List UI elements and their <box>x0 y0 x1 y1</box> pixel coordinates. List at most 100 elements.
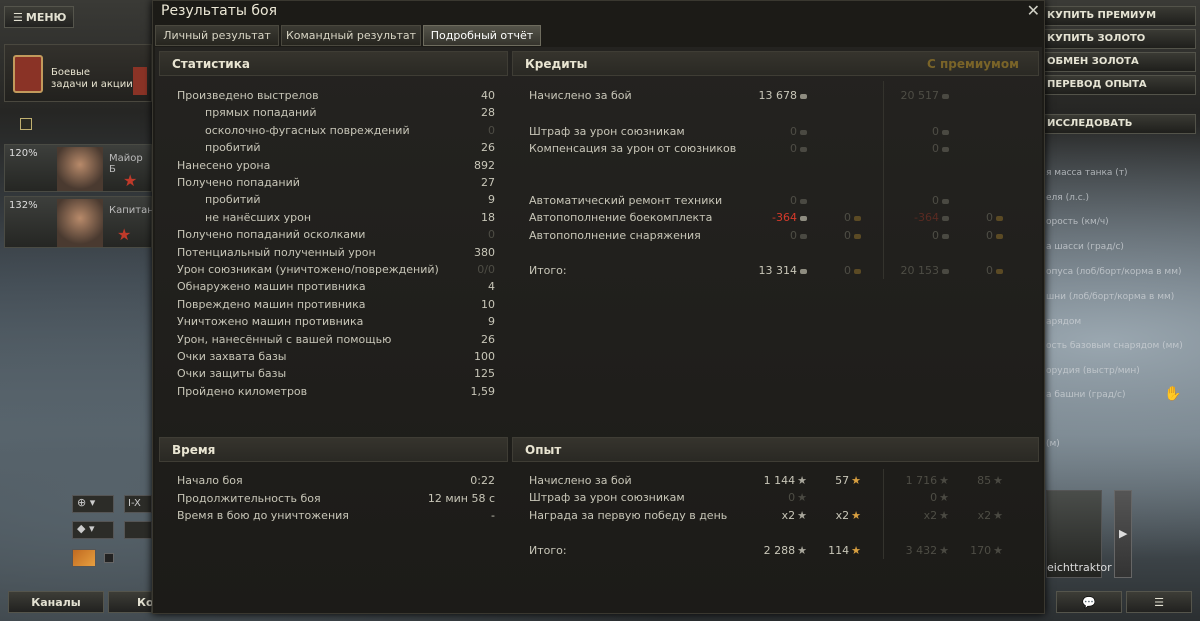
experience-row: Штраф за урон союзникам 0 ★ 0 ★ <box>529 491 1029 508</box>
gold-value: 0 <box>986 229 993 242</box>
xp-cell: 3 432 ★ <box>906 544 949 557</box>
credits-cell: -364 <box>914 211 949 224</box>
credits-value: 20 153 <box>900 264 940 277</box>
crew-percent: 120% <box>9 148 38 159</box>
chat-button[interactable]: 💬 <box>1056 591 1122 613</box>
xp-value: x2 <box>781 509 796 522</box>
close-icon[interactable]: ✕ <box>1027 1 1040 20</box>
gold-icon <box>854 215 861 221</box>
convert-xp-button[interactable]: ПЕРЕВОД ОПЫТА <box>1040 75 1196 95</box>
stats-value: 0/0 <box>477 263 495 276</box>
credits-value: 13 314 <box>758 264 798 277</box>
notifications-button[interactable]: ☰ <box>1126 591 1192 613</box>
ammo-toggle-button[interactable] <box>72 549 96 567</box>
stats-value: 1,59 <box>470 384 496 398</box>
stats-label: Получено попаданий осколками <box>177 228 366 242</box>
tab-personal-result[interactable]: Личный результат <box>155 25 279 46</box>
time-row: Продолжительность боя 12 мин 58 с <box>177 492 495 509</box>
tank-stat-label: ость базовым снарядом (мм) <box>1046 341 1183 351</box>
carousel-next-button[interactable]: ▶ <box>1114 490 1132 578</box>
crew-card-2[interactable]: 132% ★ Капитан <box>4 196 154 248</box>
credits-icon <box>800 129 807 135</box>
ammo-checkbox[interactable] <box>104 553 114 563</box>
credits-cell: -364 <box>772 211 807 224</box>
crew-card-1[interactable]: 120% ★ Майор Б <box>4 144 152 192</box>
gold-icon <box>854 233 861 239</box>
stats-row: не нанёсших урон 18 <box>177 211 495 228</box>
stats-label: прямых попаданий <box>205 106 317 120</box>
stats-row: Нанесено урона 892 <box>177 159 495 176</box>
experience-label: Начислено за бой <box>529 474 632 487</box>
nation-filter[interactable]: ⊕ ▾ <box>72 495 114 513</box>
contacts-button[interactable]: Кон <box>108 591 161 613</box>
gold-icon <box>996 233 1003 239</box>
experience-row: Начислено за бой 1 144 ★ 57 ★ 1 716 ★ 85 ★ <box>529 474 1029 491</box>
exchange-gold-button[interactable]: ОБМЕН ЗОЛОТА <box>1040 52 1196 72</box>
xp-cell: 2 288 ★ <box>764 544 807 557</box>
stats-row: Получено попаданий осколками 0 <box>177 228 495 245</box>
stats-label: Урон, нанесённый с вашей помощью <box>177 332 392 346</box>
tank-stat-label: я масса танка (т) <box>1046 168 1128 178</box>
hand-cursor-icon: ✋ <box>1164 386 1182 402</box>
credits-cell: 0 <box>790 125 807 138</box>
credits-row: Автопополнение боекомплекта -364 0 -364 0 <box>529 211 1029 228</box>
research-button[interactable]: ИССЛЕДОВАТЬ <box>1040 114 1196 134</box>
missions-button[interactable]: Боевые задачи и акции <box>4 44 152 102</box>
credits-label: Компенсация за урон от союзников <box>529 142 737 155</box>
tank-type-filter[interactable] <box>124 521 152 539</box>
diamond-icon: ◆ <box>77 522 86 535</box>
menu-button[interactable]: ☰ МЕНЮ <box>4 6 74 28</box>
missions-label: Боевые <box>51 67 91 78</box>
stats-label: пробитий <box>205 193 261 207</box>
credits-value: -364 <box>914 211 939 224</box>
gold-icon <box>996 215 1003 221</box>
credits-value: 0 <box>932 194 939 207</box>
credits-row: Итого: 13 314 0 20 153 0 <box>529 264 1029 281</box>
credits-row: Автопополнение снаряжения 0 0 0 0 <box>529 229 1029 246</box>
free-xp-value: 85 <box>977 474 992 487</box>
xp-value: x2 <box>923 509 938 522</box>
free-xp-value: 114 <box>828 544 850 557</box>
buy-gold-button[interactable]: КУПИТЬ ЗОЛОТО <box>1040 29 1196 49</box>
stats-value: 28 <box>481 106 495 120</box>
xp-star-icon: ★ <box>939 491 949 504</box>
type-filter[interactable]: ◆ ▾ <box>72 521 114 539</box>
channels-button[interactable]: Каналы <box>8 591 104 613</box>
gold-cell: 0 <box>844 264 861 277</box>
tank-carousel-item[interactable]: eichttraktor <box>1046 490 1112 578</box>
buy-premium-button[interactable]: КУПИТЬ ПРЕМИУМ <box>1040 6 1196 26</box>
chevron-down-icon: ▾ <box>88 522 95 535</box>
credits-icon <box>800 146 807 152</box>
tab-detailed-report[interactable]: Подробный отчёт <box>423 25 541 46</box>
stats-value: 0 <box>488 228 495 242</box>
xp-cell: 1 716 ★ <box>906 474 949 487</box>
xp-cell: 1 144 ★ <box>764 474 807 487</box>
level-filter[interactable]: I-X <box>124 495 152 513</box>
credits-title: Кредиты <box>525 57 588 71</box>
tab-team-result[interactable]: Командный результат <box>281 25 421 46</box>
missions-sublabel: задачи и акции <box>51 79 133 90</box>
time-value: 12 мин 58 с <box>427 491 495 505</box>
xp-value: 0 <box>788 491 796 504</box>
crew-checkbox[interactable] <box>20 118 32 130</box>
tab-label: Личный результат <box>163 29 271 42</box>
credits-cell: 0 <box>790 229 807 242</box>
stats-value: 26 <box>481 141 495 155</box>
xp-star-icon: ★ <box>797 474 807 487</box>
stats-value: 9 <box>488 315 495 329</box>
xp-cell: x2 ★ <box>782 509 807 522</box>
stats-label: не нанёсших урон <box>205 210 312 224</box>
stats-value: 125 <box>474 367 495 381</box>
free-xp-value: x2 <box>835 509 850 522</box>
credits-cell: 0 <box>932 229 949 242</box>
xp-value: 3 432 <box>905 544 938 557</box>
credits-icon <box>942 268 949 274</box>
buy-premium-label: КУПИТЬ ПРЕМИУМ <box>1047 10 1157 21</box>
stats-row: пробитий 26 <box>177 141 495 158</box>
statistics-title: Статистика <box>172 57 250 71</box>
stats-label: Нанесено урона <box>177 158 271 172</box>
credits-value: 13 678 <box>758 89 798 102</box>
stats-label: Повреждено машин противника <box>177 297 366 311</box>
stats-label: осколочно-фугасных повреждений <box>205 123 410 137</box>
credits-cell: 13 314 <box>758 264 807 277</box>
